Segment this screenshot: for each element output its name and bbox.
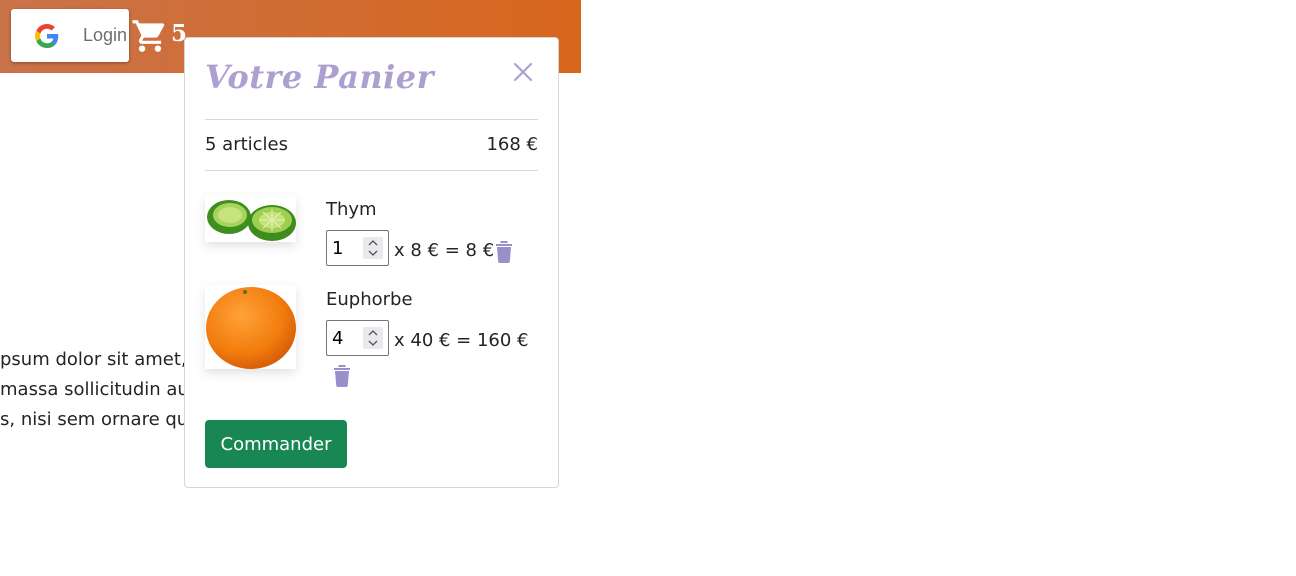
cart-item-price-calc: x 8 € = 8 € [394,240,495,261]
spinner-arrows-icon[interactable] [363,237,383,259]
quantity-input[interactable] [327,321,361,355]
quantity-input[interactable] [327,231,361,265]
limes-image [205,195,296,242]
paragraph-line: massa sollicitudin auc [0,379,199,400]
background-paragraph: psum dolor sit amet, massa sollicitudin … [0,345,199,435]
close-icon[interactable] [513,62,533,82]
google-login-button[interactable]: Login [11,9,129,62]
shopping-cart-icon [132,20,165,52]
login-label: Login [83,25,128,45]
paragraph-line: psum dolor sit amet, [0,349,187,370]
cart-item-name: Thym [326,199,377,220]
trash-icon[interactable] [494,239,514,263]
order-button[interactable]: Commander [205,420,347,468]
google-g-icon [35,24,59,48]
quantity-stepper[interactable] [326,320,389,356]
divider [205,170,538,171]
divider [205,119,538,120]
quantity-stepper[interactable] [326,230,389,266]
cart-total: 168 € [486,134,538,155]
cart-item-price-calc: x 40 € = 160 € [394,330,529,351]
trash-icon[interactable] [332,363,352,387]
cart-title: Votre Panier [205,58,434,96]
cart-panel: Votre Panier 5 articles 168 € Thym x 8 €… [184,37,559,488]
cart-item-count: 5 articles [205,134,289,155]
cart-button[interactable]: 5 [131,17,187,55]
orange-image [205,285,296,369]
cart-item-name: Euphorbe [326,289,413,310]
spinner-arrows-icon[interactable] [363,327,383,349]
paragraph-line: s, nisi sem ornare qua [0,409,200,430]
